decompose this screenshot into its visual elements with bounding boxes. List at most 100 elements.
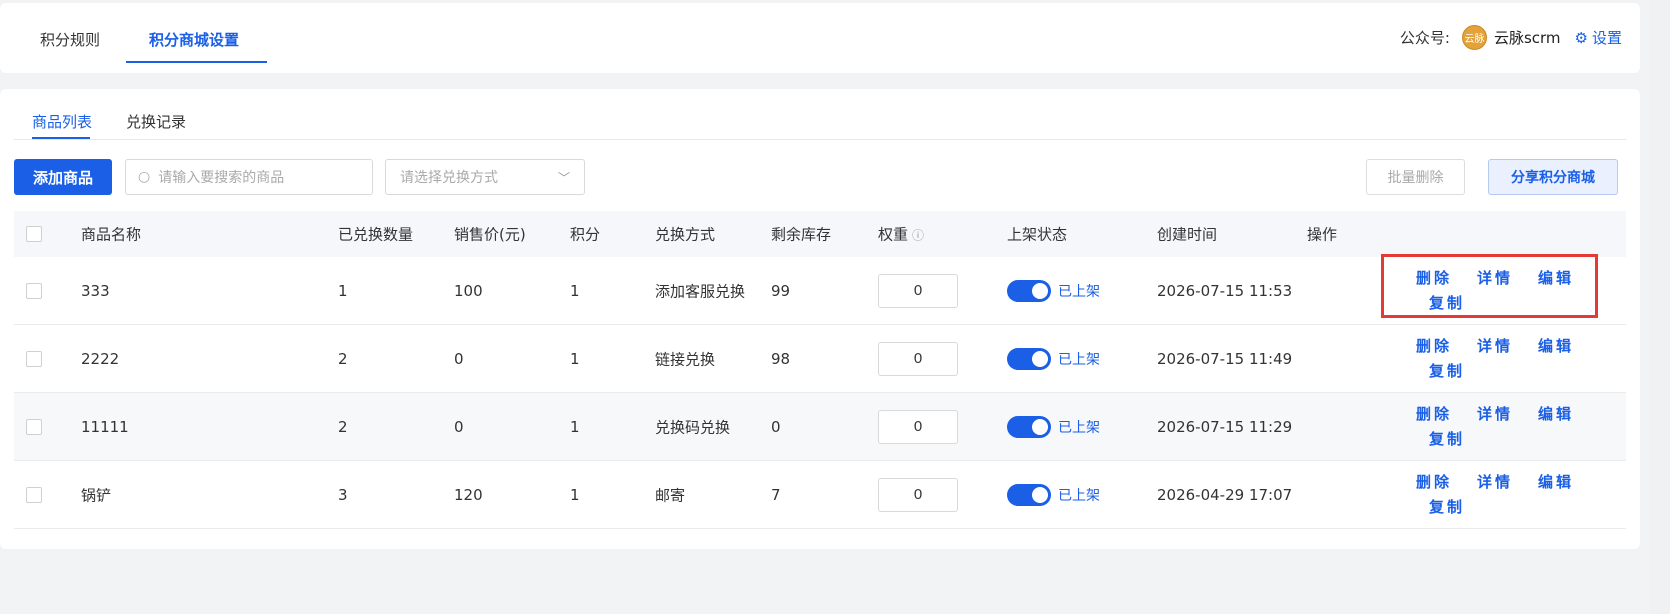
col-actions: 操作 <box>1307 225 1338 244</box>
info-icon[interactable]: ⓘ <box>912 229 924 243</box>
table-header: 商品名称 已兑换数量 销售价(元) 积分 兑换方式 剩余库存 权重 ⓘ 上架状态 … <box>14 211 1626 257</box>
detail-button[interactable]: 详情 <box>1477 403 1513 424</box>
weight-input[interactable] <box>878 477 958 512</box>
col-status: 上架状态 <box>1007 225 1068 244</box>
cell-price: 0 <box>454 417 464 436</box>
cell-redeemed: 2 <box>338 349 348 368</box>
col-stock: 剩余库存 <box>771 225 832 244</box>
cell-method: 兑换码兑换 <box>655 418 731 436</box>
product-table: 商品名称 已兑换数量 销售价(元) 积分 兑换方式 剩余库存 权重 ⓘ 上架状态 … <box>14 211 1626 529</box>
cell-redeemed: 3 <box>338 485 348 504</box>
search-icon: ○ <box>138 169 151 185</box>
select-all-checkbox[interactable] <box>26 226 42 242</box>
edit-button[interactable]: 编辑 <box>1538 267 1574 288</box>
cell-points: 1 <box>570 349 580 368</box>
row-checkbox[interactable] <box>26 418 42 435</box>
col-points: 积分 <box>570 225 601 244</box>
status-toggle[interactable]: 已上架 <box>1007 415 1100 438</box>
cell-created: 2026-04-29 17:07 <box>1157 485 1293 504</box>
page-scrollbar[interactable] <box>1650 0 1670 614</box>
status-toggle[interactable]: 已上架 <box>1007 347 1100 370</box>
toggle-switch[interactable] <box>1007 279 1051 302</box>
status-text: 已上架 <box>1058 351 1100 368</box>
status-toggle[interactable]: 已上架 <box>1007 483 1100 506</box>
cell-created: 2026-07-15 11:29 <box>1157 417 1293 436</box>
table-row: 锅铲 3 120 1 邮寄 7 已上架 2026-04-29 17:07 删除 … <box>14 461 1626 529</box>
col-redeemed: 已兑换数量 <box>338 225 414 244</box>
row-checkbox[interactable] <box>26 282 42 299</box>
add-product-button[interactable]: 添加商品 <box>14 159 112 195</box>
account-info: 公众号: 云脉 云脉scrm ⚙ 设置 <box>1400 25 1622 50</box>
cell-name: 2222 <box>81 349 120 368</box>
toggle-switch[interactable] <box>1007 415 1051 438</box>
copy-button[interactable]: 复制 <box>1429 496 1465 517</box>
cell-created: 2026-07-15 11:49 <box>1157 349 1293 368</box>
tab-points-mall-settings[interactable]: 积分商城设置 <box>149 29 239 50</box>
settings-link[interactable]: ⚙ 设置 <box>1575 27 1622 48</box>
cell-points: 1 <box>570 281 580 300</box>
table-row: 333 1 100 1 添加客服兑换 99 已上架 2026-07-15 11:… <box>14 257 1626 325</box>
copy-button[interactable]: 复制 <box>1429 360 1465 381</box>
col-price: 销售价(元) <box>454 225 526 244</box>
weight-input[interactable] <box>878 341 958 376</box>
edit-button[interactable]: 编辑 <box>1538 403 1574 424</box>
tab-product-list[interactable]: 商品列表 <box>32 111 92 132</box>
col-name: 商品名称 <box>81 225 142 244</box>
divider <box>14 139 1626 140</box>
row-checkbox[interactable] <box>26 350 42 367</box>
detail-button[interactable]: 详情 <box>1477 267 1513 288</box>
cell-stock: 98 <box>771 349 791 368</box>
cell-points: 1 <box>570 485 580 504</box>
active-tab-indicator <box>126 61 267 63</box>
cell-stock: 0 <box>771 417 781 436</box>
cell-price: 120 <box>454 485 483 504</box>
col-weight: 权重 ⓘ <box>878 224 924 245</box>
status-text: 已上架 <box>1058 487 1100 504</box>
detail-button[interactable]: 详情 <box>1477 471 1513 492</box>
edit-button[interactable]: 编辑 <box>1538 471 1574 492</box>
table-row: 11111 2 0 1 兑换码兑换 0 已上架 2026-07-15 11:29… <box>14 393 1626 461</box>
row-checkbox[interactable] <box>26 486 42 503</box>
tab-redeem-records[interactable]: 兑换记录 <box>126 111 186 132</box>
status-toggle[interactable]: 已上架 <box>1007 279 1100 302</box>
delete-button[interactable]: 删除 <box>1416 335 1452 356</box>
weight-input[interactable] <box>878 273 958 308</box>
status-text: 已上架 <box>1058 283 1100 300</box>
table-row: 2222 2 0 1 链接兑换 98 已上架 2026-07-15 11:49 … <box>14 325 1626 393</box>
settings-label: 设置 <box>1591 29 1622 47</box>
weight-input[interactable] <box>878 409 958 444</box>
account-name: 云脉scrm <box>1493 29 1561 47</box>
cell-price: 100 <box>454 281 483 300</box>
cell-name: 11111 <box>81 417 129 436</box>
col-weight-label: 权重 <box>878 225 909 244</box>
detail-button[interactable]: 详情 <box>1477 335 1513 356</box>
delete-button[interactable]: 删除 <box>1416 267 1452 288</box>
search-box: ○ <box>125 159 373 195</box>
col-created: 创建时间 <box>1157 225 1218 244</box>
cell-name: 333 <box>81 281 110 300</box>
tab-points-rules[interactable]: 积分规则 <box>40 29 100 50</box>
delete-button[interactable]: 删除 <box>1416 471 1452 492</box>
toggle-switch[interactable] <box>1007 483 1051 506</box>
cell-redeemed: 2 <box>338 417 348 436</box>
redeem-method-select[interactable]: 请选择兑换方式 ﹀ <box>385 159 585 195</box>
batch-delete-button[interactable]: 批量删除 <box>1366 159 1465 195</box>
copy-button[interactable]: 复制 <box>1429 428 1465 449</box>
top-tabs-card: 积分规则 积分商城设置 公众号: 云脉 云脉scrm ⚙ 设置 <box>0 3 1640 73</box>
search-input[interactable] <box>158 169 359 185</box>
cell-stock: 99 <box>771 281 791 300</box>
product-list-card: 商品列表 兑换记录 添加商品 ○ 请选择兑换方式 ﹀ 批量删除 分享积分商城 商… <box>0 89 1640 549</box>
delete-button[interactable]: 删除 <box>1416 403 1452 424</box>
share-mall-button[interactable]: 分享积分商城 <box>1488 159 1618 195</box>
status-text: 已上架 <box>1058 419 1100 436</box>
avatar: 云脉 <box>1461 25 1487 50</box>
cell-stock: 7 <box>771 485 781 504</box>
toggle-switch[interactable] <box>1007 347 1051 370</box>
cell-method: 邮寄 <box>655 486 686 504</box>
cell-method: 链接兑换 <box>655 350 716 368</box>
edit-button[interactable]: 编辑 <box>1538 335 1574 356</box>
cell-points: 1 <box>570 417 580 436</box>
select-placeholder: 请选择兑换方式 <box>400 170 498 186</box>
cell-method: 添加客服兑换 <box>655 282 746 300</box>
copy-button[interactable]: 复制 <box>1429 292 1465 313</box>
